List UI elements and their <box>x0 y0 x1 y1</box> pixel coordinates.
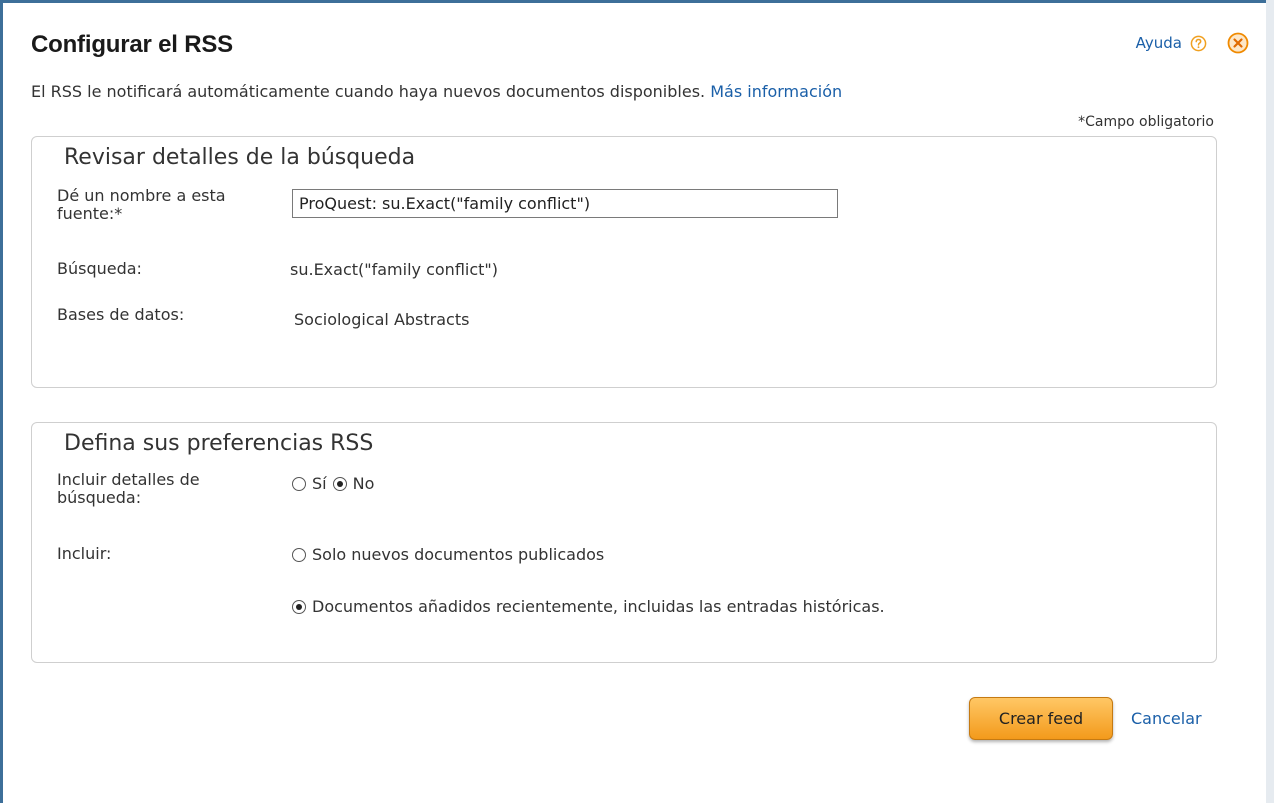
intro-sentence: El RSS le notificará automáticamente cua… <box>31 82 706 101</box>
close-icon[interactable] <box>1227 32 1249 54</box>
include-recent-historical-label: Documentos añadidos recientemente, inclu… <box>312 597 885 616</box>
include-details-no-label: No <box>352 474 375 493</box>
rss-preferences-section: Defina sus preferencias RSS Incluir deta… <box>31 422 1217 663</box>
top-actions: Ayuda <box>1136 32 1249 54</box>
include-recent-historical-option[interactable]: Documentos añadidos recientemente, inclu… <box>292 597 885 616</box>
source-name-label: Dé un nombre a esta fuente:* <box>57 186 226 223</box>
cancel-link[interactable]: Cancelar <box>1131 709 1202 728</box>
rss-preferences-heading: Defina sus preferencias RSS <box>64 431 374 456</box>
databases-label: Bases de datos: <box>57 305 185 324</box>
more-info-link[interactable]: Más información <box>710 82 842 101</box>
source-name-input[interactable] <box>292 189 838 218</box>
search-value: su.Exact("family conflict") <box>290 260 499 279</box>
rss-dialog: Configurar el RSS Ayuda El RSS le notifi… <box>0 0 1274 803</box>
include-details-yes-radio[interactable] <box>292 476 306 491</box>
include-new-only-label: Solo nuevos documentos publicados <box>312 545 605 564</box>
intro-text: El RSS le notificará automáticamente cua… <box>31 82 842 101</box>
search-label: Búsqueda: <box>57 259 142 278</box>
include-details-no-radio[interactable] <box>332 476 347 491</box>
include-details-radio-group: Sí No <box>292 474 380 493</box>
include-label: Incluir: <box>57 544 112 563</box>
include-recent-historical-radio[interactable] <box>292 599 306 614</box>
dialog-title: Configurar el RSS <box>31 31 233 58</box>
include-new-only-option[interactable]: Solo nuevos documentos publicados <box>292 545 604 564</box>
help-link[interactable]: Ayuda <box>1136 34 1182 52</box>
databases-value: Sociological Abstracts <box>294 310 470 329</box>
include-details-label: Incluir detalles de búsqueda: <box>57 470 200 507</box>
include-new-only-radio[interactable] <box>292 547 306 562</box>
help-icon[interactable] <box>1190 35 1207 52</box>
background-strip <box>1266 0 1274 803</box>
include-details-yes-label: Sí <box>312 474 327 493</box>
search-details-section: Revisar detalles de la búsqueda Dé un no… <box>31 136 1217 388</box>
required-field-note: *Campo obligatorio <box>1078 114 1214 130</box>
search-details-heading: Revisar detalles de la búsqueda <box>64 145 416 170</box>
create-feed-button[interactable]: Crear feed <box>969 697 1113 740</box>
include-details-no-option[interactable]: No <box>332 474 375 493</box>
include-details-yes-option[interactable]: Sí <box>292 474 327 493</box>
